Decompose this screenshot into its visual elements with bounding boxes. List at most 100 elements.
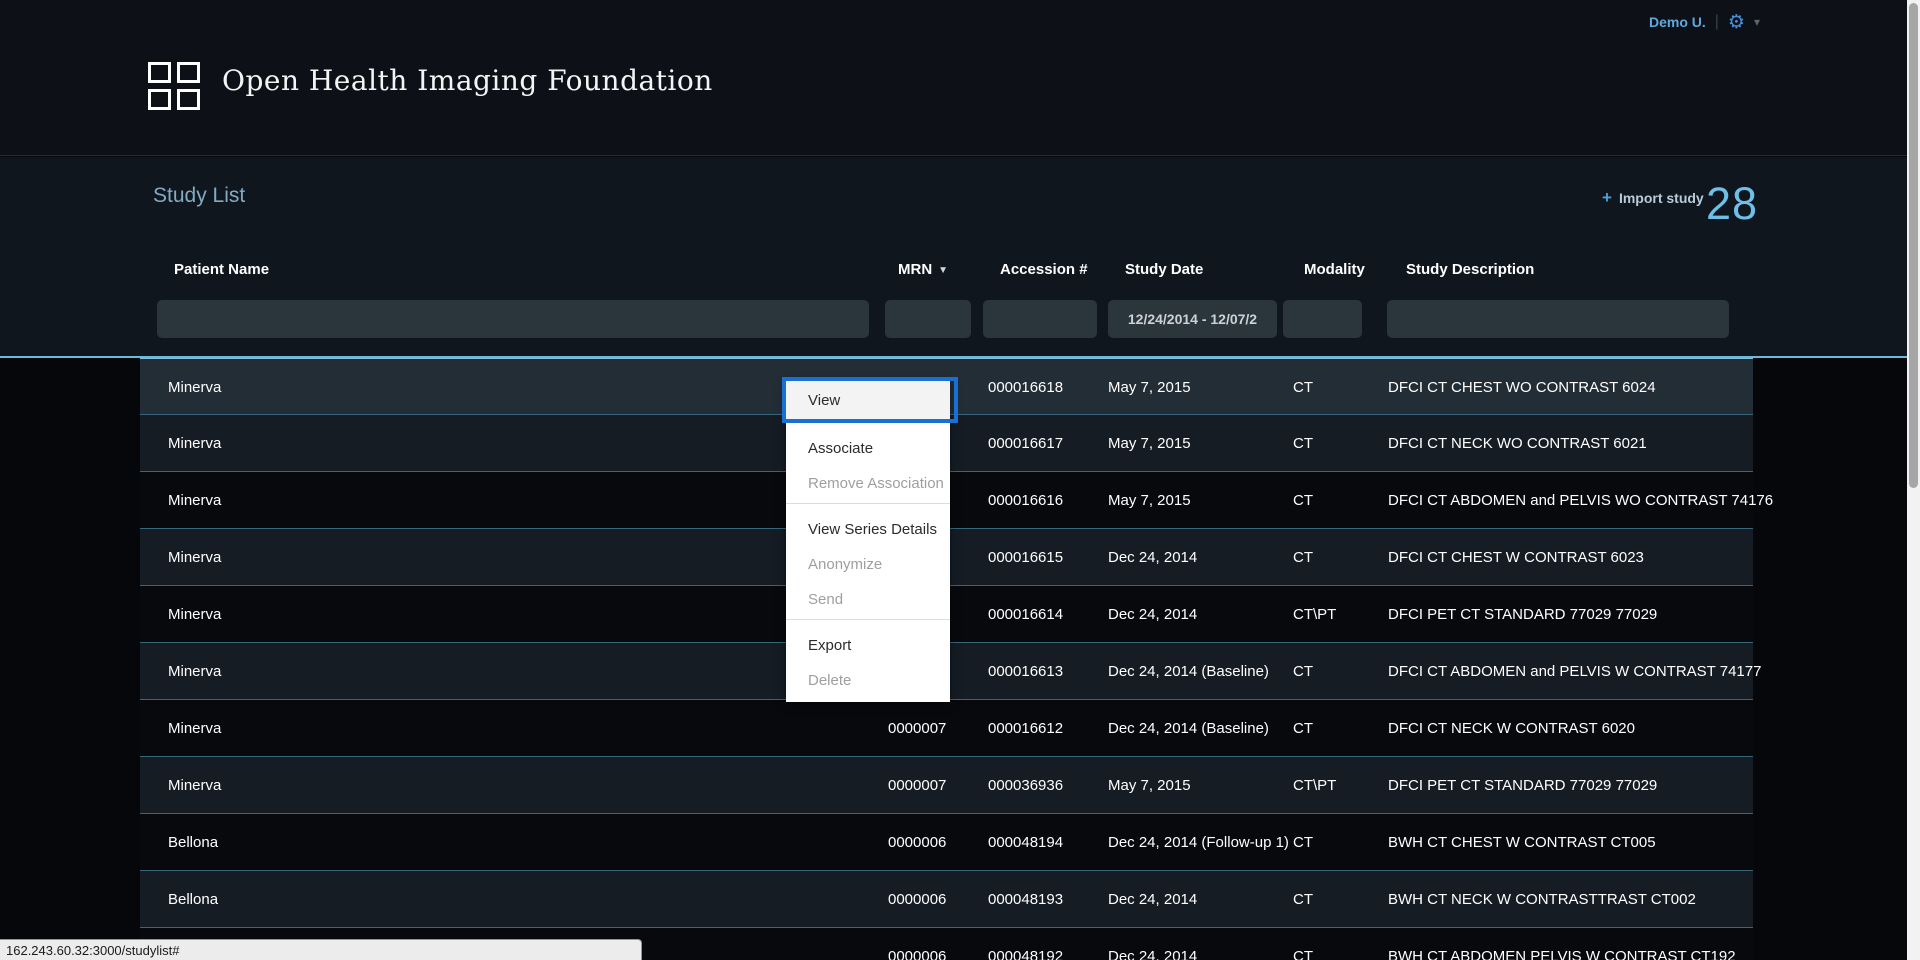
logo-square <box>177 62 200 83</box>
cell-study-description: DFCI CT CHEST WO CONTRAST 6024 <box>1388 359 1656 415</box>
column-header-label: MRN <box>898 261 932 278</box>
vertical-scrollbar-track[interactable] <box>1907 0 1920 960</box>
table-row[interactable]: Minerva 0000007 000036936 May 7, 2015 CT… <box>140 757 1753 814</box>
plus-icon: + <box>1602 188 1612 208</box>
menu-group: Export Delete <box>786 620 950 702</box>
cell-modality: CT <box>1293 700 1313 756</box>
accession-filter-input[interactable] <box>983 300 1097 338</box>
cell-modality: CT\PT <box>1293 586 1336 642</box>
cell-patient-name: Minerva <box>168 529 221 585</box>
logo-square <box>177 89 200 110</box>
vertical-scrollbar-thumb[interactable] <box>1909 3 1918 488</box>
app-header: Open Health Imaging Foundation Demo U. |… <box>0 0 1920 156</box>
menu-item-export[interactable]: Export <box>786 628 950 663</box>
cell-study-date: Dec 24, 2014 (Baseline) <box>1108 700 1269 756</box>
cell-accession: 000048192 <box>988 928 1063 960</box>
column-header-mrn[interactable]: MRN ▼ <box>898 261 948 278</box>
import-study-button[interactable]: + Import study <box>1602 188 1704 208</box>
cell-accession: 000048193 <box>988 871 1063 927</box>
cell-modality: CT <box>1293 472 1313 528</box>
cell-modality: CT <box>1293 359 1313 415</box>
status-url-bar: 162.243.60.32:3000/studylist# <box>0 939 642 960</box>
cell-study-date: Dec 24, 2014 <box>1108 928 1197 960</box>
menu-item-associate[interactable]: Associate <box>786 431 950 466</box>
cell-modality: CT <box>1293 529 1313 585</box>
cell-study-description: BWH CT CHEST W CONTRAST CT005 <box>1388 814 1656 870</box>
cell-accession: 000016616 <box>988 472 1063 528</box>
study-description-filter-input[interactable] <box>1387 300 1729 338</box>
cell-study-description: DFCI CT ABDOMEN and PELVIS WO CONTRAST 7… <box>1388 472 1773 528</box>
cell-mrn: 0000007 <box>888 757 946 813</box>
table-row[interactable]: Bellona 0000006 000048194 Dec 24, 2014 (… <box>140 814 1753 871</box>
cell-accession: 000016617 <box>988 415 1063 471</box>
menu-item-view[interactable]: View <box>786 379 950 422</box>
cell-patient-name: Minerva <box>168 757 221 813</box>
column-header-patient-name[interactable]: Patient Name <box>174 261 269 278</box>
study-count: 28 <box>1706 178 1758 230</box>
app-title: Open Health Imaging Foundation <box>222 64 713 97</box>
cell-modality: CT <box>1293 928 1313 960</box>
cell-study-date: Dec 24, 2014 (Baseline) <box>1108 643 1269 699</box>
user-area: Demo U. | ⚙ ▾ <box>1649 10 1760 34</box>
cell-study-date: May 7, 2015 <box>1108 757 1191 813</box>
cell-patient-name: Bellona <box>168 814 218 870</box>
cell-mrn: 0000006 <box>888 871 946 927</box>
cell-study-date: May 7, 2015 <box>1108 472 1191 528</box>
cell-accession: 000016612 <box>988 700 1063 756</box>
column-header-label: Modality <box>1304 261 1365 278</box>
cell-mrn: 0000006 <box>888 928 946 960</box>
cell-accession: 000036936 <box>988 757 1063 813</box>
caret-down-icon[interactable]: ▾ <box>1754 15 1760 29</box>
cell-study-description: DFCI CT CHEST W CONTRAST 6023 <box>1388 529 1644 585</box>
cell-patient-name: Bellona <box>168 871 218 927</box>
column-header-accession[interactable]: Accession # <box>1000 261 1088 278</box>
menu-item-remove-association: Remove Association <box>786 466 950 501</box>
cell-study-date: Dec 24, 2014 <box>1108 586 1197 642</box>
column-header-study-description[interactable]: Study Description <box>1406 261 1534 278</box>
cell-modality: CT\PT <box>1293 757 1336 813</box>
cell-accession: 000016615 <box>988 529 1063 585</box>
ohif-logo-icon[interactable] <box>148 62 204 112</box>
cell-modality: CT <box>1293 871 1313 927</box>
gear-icon[interactable]: ⚙ <box>1728 13 1745 32</box>
cell-study-description: BWH CT ABDOMEN PELVIS W CONTRAST CT192 <box>1388 928 1736 960</box>
logo-square <box>148 62 171 83</box>
table-row[interactable]: Minerva 0000007 000016612 Dec 24, 2014 (… <box>140 700 1753 757</box>
row-context-menu: View Associate Remove Association View S… <box>786 379 950 702</box>
column-header-modality[interactable]: Modality <box>1304 261 1365 278</box>
logo-square <box>148 89 171 110</box>
cell-study-date: Dec 24, 2014 (Follow-up 1) <box>1108 814 1289 870</box>
status-url-text: 162.243.60.32:3000/studylist# <box>0 943 179 958</box>
cell-study-description: BWH CT NECK W CONTRASTTRAST CT002 <box>1388 871 1696 927</box>
cell-patient-name: Minerva <box>168 472 221 528</box>
cell-modality: CT <box>1293 415 1313 471</box>
cell-study-date: Dec 24, 2014 <box>1108 529 1197 585</box>
import-study-label: Import study <box>1619 190 1704 206</box>
study-date-filter-input[interactable] <box>1108 300 1277 338</box>
menu-item-delete: Delete <box>786 663 950 698</box>
cell-patient-name: Minerva <box>168 415 221 471</box>
cell-patient-name: Minerva <box>168 359 221 415</box>
sort-arrow-icon: ▼ <box>938 265 948 276</box>
cell-accession: 000016613 <box>988 643 1063 699</box>
cell-accession: 000048194 <box>988 814 1063 870</box>
menu-item-view-series-details[interactable]: View Series Details <box>786 512 950 547</box>
page-title: Study List <box>153 184 245 208</box>
modality-filter-input[interactable] <box>1283 300 1362 338</box>
cell-modality: CT <box>1293 814 1313 870</box>
column-header-label: Study Date <box>1125 261 1203 278</box>
cell-study-description: DFCI PET CT STANDARD 77029 77029 <box>1388 586 1657 642</box>
column-header-label: Accession # <box>1000 261 1088 278</box>
cell-study-date: Dec 24, 2014 <box>1108 871 1197 927</box>
cell-patient-name: Minerva <box>168 586 221 642</box>
mrn-filter-input[interactable] <box>885 300 971 338</box>
patient-name-filter-input[interactable] <box>157 300 869 338</box>
cell-study-description: DFCI CT NECK WO CONTRAST 6021 <box>1388 415 1647 471</box>
cell-modality: CT <box>1293 643 1313 699</box>
column-header-study-date[interactable]: Study Date <box>1125 261 1203 278</box>
user-name[interactable]: Demo U. <box>1649 14 1706 30</box>
ohif-study-list-screen: Open Health Imaging Foundation Demo U. |… <box>0 0 1920 960</box>
user-separator: | <box>1715 13 1719 31</box>
table-row[interactable]: Bellona 0000006 000048193 Dec 24, 2014 C… <box>140 871 1753 928</box>
cell-patient-name: Minerva <box>168 643 221 699</box>
